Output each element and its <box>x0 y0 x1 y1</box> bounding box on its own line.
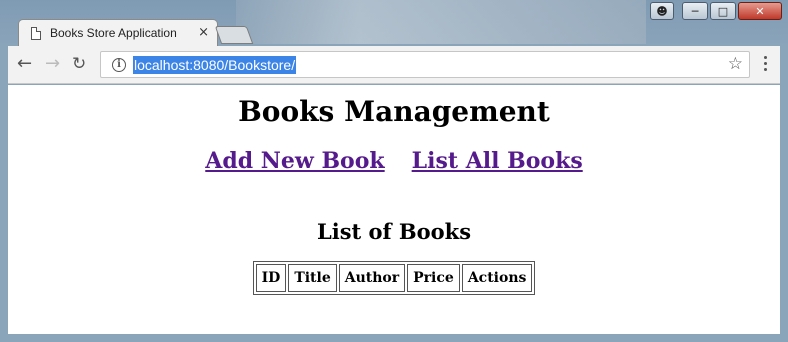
user-profile-icon[interactable]: ☻ <box>650 2 674 20</box>
info-icon[interactable]: i <box>112 57 126 72</box>
forward-arrow-icon[interactable]: → <box>45 54 60 74</box>
browser-toolbar: ← → ↻ i localhost:8080/Bookstore/ ☆ <box>8 46 780 84</box>
header-id: ID <box>255 264 287 292</box>
nav-links: Add New Book List All Books <box>8 148 780 174</box>
back-arrow-icon[interactable]: ← <box>17 54 32 74</box>
tab-close-icon[interactable]: × <box>198 25 209 40</box>
close-window-button[interactable]: ✕ <box>738 2 782 20</box>
url-text[interactable]: localhost:8080/Bookstore/ <box>133 55 297 74</box>
header-actions: Actions <box>461 264 533 292</box>
browser-window: ☻ ─ □ ✕ Books Store Application × ← → ↻ … <box>0 0 788 342</box>
table-caption: List of Books <box>316 219 472 244</box>
table-header-row: ID Title Author Price Actions <box>255 264 533 292</box>
header-price: Price <box>407 264 460 292</box>
page-icon <box>31 26 41 40</box>
window-controls: ☻ ─ □ ✕ <box>650 2 782 20</box>
books-table: ID Title Author Price Actions <box>252 261 536 295</box>
reload-icon[interactable]: ↻ <box>72 54 86 74</box>
window-bottom-border <box>8 334 780 342</box>
bookmark-star-icon[interactable]: ☆ <box>728 54 743 74</box>
list-all-books-link[interactable]: List All Books <box>412 148 583 174</box>
background-blur <box>236 0 646 44</box>
maximize-button[interactable]: □ <box>710 2 736 20</box>
page-viewport: Books Management Add New Book List All Bo… <box>8 85 780 334</box>
minimize-button[interactable]: ─ <box>682 2 708 20</box>
address-bar[interactable]: i localhost:8080/Bookstore/ ☆ <box>100 51 750 78</box>
tab-title: Books Store Application <box>50 26 177 40</box>
menu-dots-icon[interactable] <box>764 56 768 74</box>
new-tab-button[interactable] <box>214 26 254 44</box>
header-title: Title <box>288 264 337 292</box>
header-author: Author <box>338 264 406 292</box>
add-new-book-link[interactable]: Add New Book <box>205 148 384 174</box>
browser-tab[interactable]: Books Store Application × <box>18 19 218 46</box>
page-title: Books Management <box>238 95 550 128</box>
